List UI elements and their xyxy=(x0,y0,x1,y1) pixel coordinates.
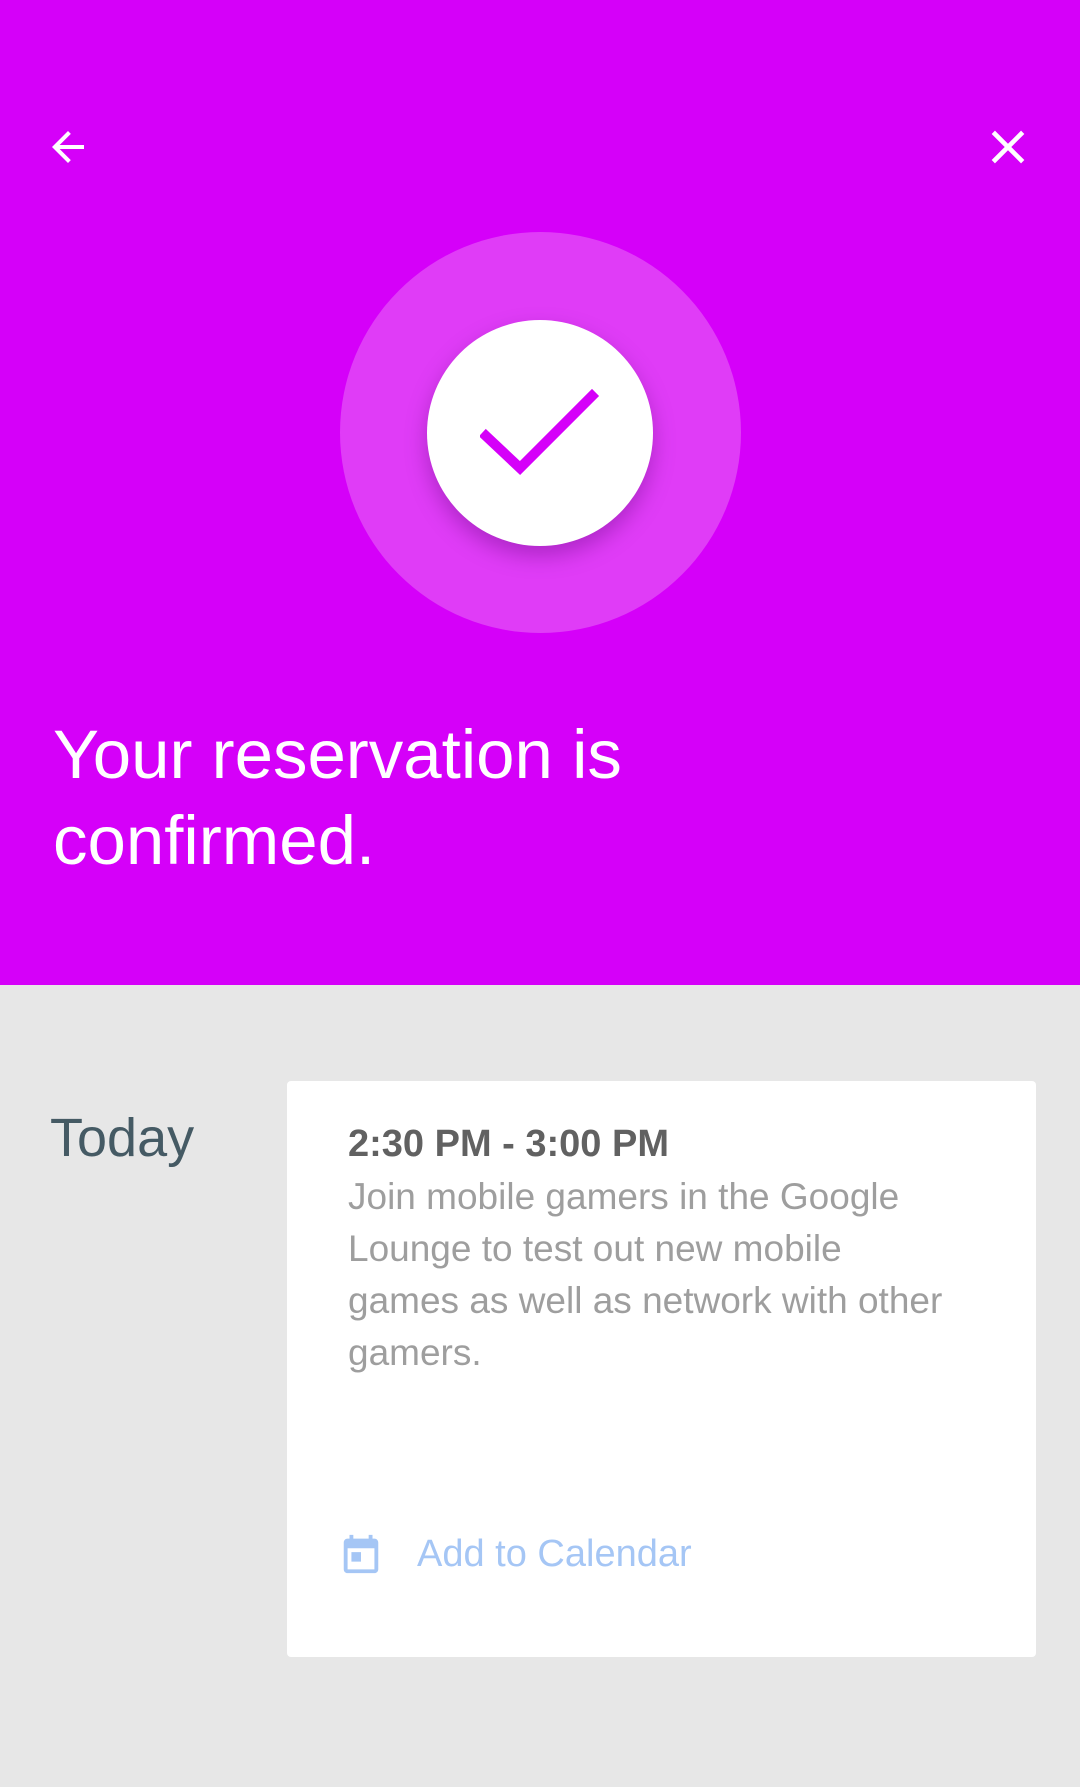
close-button[interactable] xyxy=(968,107,1048,187)
success-badge xyxy=(427,320,653,546)
event-time: 2:30 PM - 3:00 PM xyxy=(348,1123,669,1165)
add-to-calendar-button[interactable]: Add to Calendar xyxy=(335,1519,692,1589)
confirmation-header: Your reservation is confirmed. xyxy=(0,0,1080,985)
calendar-icon xyxy=(335,1528,387,1580)
check-icon xyxy=(480,388,600,475)
close-icon xyxy=(991,130,1025,164)
day-label: Today xyxy=(50,1108,195,1168)
event-description: Join mobile gamers in the Google Lounge … xyxy=(348,1176,943,1373)
confirmation-headline: Your reservation is confirmed. xyxy=(53,716,622,879)
event-card: 2:30 PM - 3:00 PM Join mobile gamers in … xyxy=(287,1081,1036,1657)
add-to-calendar-label: Add to Calendar xyxy=(417,1533,692,1575)
back-button[interactable] xyxy=(28,107,108,187)
arrow-back-icon xyxy=(52,131,84,163)
